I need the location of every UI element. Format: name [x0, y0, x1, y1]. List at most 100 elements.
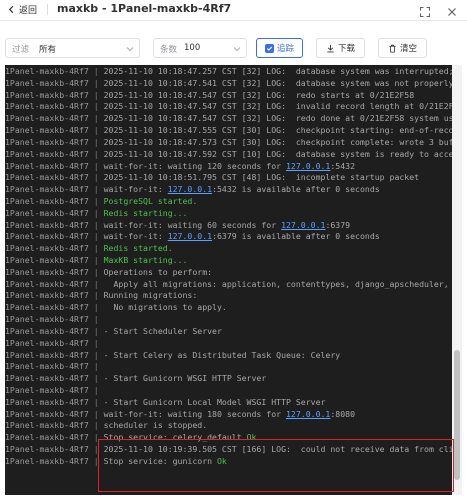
log-line-separator: |: [88, 361, 104, 372]
chevron-down-icon: [233, 47, 241, 52]
log-line-separator: |: [88, 373, 104, 384]
log-line-prefix: 1Panel-maxkb-4Rf7: [5, 373, 89, 384]
log-text: Apply all migrations: application, conte…: [103, 278, 452, 289]
log-link[interactable]: 127.0.0.1: [281, 220, 325, 230]
log-line-prefix: 1Panel-maxkb-4Rf7: [5, 361, 89, 372]
log-line-separator: |: [88, 172, 104, 183]
log-line-separator: |: [88, 444, 104, 454]
log-line-separator: |: [88, 384, 104, 395]
log-text: Redis started.: [103, 243, 173, 254]
log-line-separator: |: [88, 302, 104, 313]
log-line-prefix: 1Panel-maxkb-4Rf7: [5, 384, 89, 395]
log-line-separator: |: [88, 219, 104, 230]
log-line: 1Panel-maxkb-4Rf7 | 2025-11-10 10:18:47.…: [5, 113, 452, 125]
fullscreen-button[interactable]: [419, 3, 431, 18]
log-text: :5432: [330, 160, 356, 171]
log-line-prefix: 1Panel-maxkb-4Rf7: [5, 184, 89, 195]
log-text: wait-for-it:: [103, 231, 168, 242]
log-link[interactable]: 127.0.0.1: [168, 184, 212, 194]
log-link[interactable]: 127.0.0.1: [286, 161, 330, 171]
log-line-separator: |: [88, 396, 104, 407]
filter-select[interactable]: 过滤 所有: [5, 38, 140, 58]
log-line-separator: |: [88, 89, 104, 100]
download-button[interactable]: 下载: [316, 38, 365, 58]
log-line-prefix: 1Panel-maxkb-4Rf7: [5, 136, 89, 147]
log-line: 1Panel-maxkb-4Rf7 | 2025-11-10 10:18:47.…: [5, 101, 452, 113]
log-line-prefix: 1Panel-maxkb-4Rf7: [5, 420, 89, 431]
log-text: wait-for-it: waiting 120 seconds for: [103, 160, 286, 171]
log-line: 1Panel-maxkb-4Rf7 | 2025-11-10 10:18:51.…: [5, 172, 452, 184]
log-line: 1Panel-maxkb-4Rf7 | MaxKB starting...: [5, 255, 452, 267]
clear-button[interactable]: 清空: [378, 38, 427, 58]
log-line: 1Panel-maxkb-4Rf7 | 2025-11-10 10:18:47.…: [5, 125, 452, 137]
log-line: 1Panel-maxkb-4Rf7 | scheduler is stopped…: [5, 420, 452, 432]
log-text: 2025-11-10 10:18:47.547 CST [32] LOG: re…: [103, 89, 415, 100]
log-line: 1Panel-maxkb-4Rf7 | 2025-11-10 10:18:47.…: [5, 90, 452, 102]
log-line: 1Panel-maxkb-4Rf7 | 2025-11-10 10:19:39.…: [5, 444, 452, 456]
log-link[interactable]: 127.0.0.1: [286, 409, 330, 419]
log-line-prefix: 1Panel-maxkb-4Rf7: [5, 172, 89, 183]
log-text: Redis starting...: [103, 207, 188, 218]
filter-label: 过滤: [12, 45, 30, 55]
follow-toggle[interactable]: 追踪: [256, 38, 303, 58]
log-line-prefix: 1Panel-maxkb-4Rf7: [5, 195, 89, 206]
follow-checkbox[interactable]: [264, 43, 274, 53]
log-viewer[interactable]: 1Panel-maxkb-4Rf7 | 2025-11-10 10:18:47.…: [5, 65, 452, 495]
log-line-prefix: 1Panel-maxkb-4Rf7: [5, 302, 89, 313]
log-text: - Start Gunicorn WSGI HTTP Server: [103, 373, 267, 384]
close-icon: [448, 8, 456, 16]
log-line: 1Panel-maxkb-4Rf7 |: [5, 338, 452, 350]
log-line: 1Panel-maxkb-4Rf7 | Operations to perfor…: [5, 267, 452, 279]
log-text: 2025-11-10 10:18:47.257 CST [32] LOG: da…: [103, 66, 452, 76]
log-line: 1Panel-maxkb-4Rf7 |: [5, 361, 452, 373]
log-text: 2025-11-10 10:18:47.541 CST [32] LOG: da…: [103, 77, 452, 88]
log-line: 1Panel-maxkb-4Rf7 | - Start Gunicorn WSG…: [5, 373, 452, 385]
log-line-prefix: 1Panel-maxkb-4Rf7: [5, 113, 89, 124]
log-line-separator: |: [88, 325, 104, 336]
log-line-prefix: 1Panel-maxkb-4Rf7: [5, 408, 89, 419]
log-text: 2025-11-10 10:18:47.592 CST [10] LOG: da…: [103, 148, 452, 159]
log-toolbar: 过滤 所有 条数 100 追踪 下载 清空: [0, 36, 467, 60]
log-line-separator: |: [88, 290, 104, 301]
log-text: - Start Gunicorn Local Model WSGI HTTP S…: [103, 396, 326, 407]
log-line-prefix: 1Panel-maxkb-4Rf7: [5, 160, 89, 171]
log-line: 1Panel-maxkb-4Rf7 | - Start Scheduler Se…: [5, 326, 452, 338]
log-line-separator: |: [88, 195, 104, 206]
download-label: 下载: [337, 44, 355, 54]
log-text: 2025-11-10 10:18:47.547 CST [32] LOG: in…: [103, 101, 452, 112]
log-line: 1Panel-maxkb-4Rf7 | Stop service: gunico…: [5, 456, 452, 468]
log-line-prefix: 1Panel-maxkb-4Rf7: [5, 325, 89, 336]
log-text: scheduler is stopped.: [103, 420, 208, 431]
log-scrollbar-thumb[interactable]: [454, 350, 460, 480]
log-text: :5432 is available after 0 seconds: [212, 184, 380, 195]
log-text: wait-for-it:: [103, 184, 168, 195]
log-text: :6379: [325, 219, 351, 230]
log-line: 1Panel-maxkb-4Rf7 | Stop service: celery…: [5, 432, 452, 444]
log-line-separator: |: [88, 349, 104, 360]
log-text: PostgreSQL started.: [103, 195, 198, 206]
log-line: 1Panel-maxkb-4Rf7 | PostgreSQL started.: [5, 196, 452, 208]
fullscreen-icon: [419, 6, 431, 18]
log-line-prefix: 1Panel-maxkb-4Rf7: [5, 101, 89, 112]
log-line: 1Panel-maxkb-4Rf7 | wait-for-it: 127.0.0…: [5, 231, 452, 243]
log-line: 1Panel-maxkb-4Rf7 | - Start Gunicorn Loc…: [5, 397, 452, 409]
log-line-prefix: 1Panel-maxkb-4Rf7: [5, 219, 89, 230]
chevron-down-icon: [126, 47, 134, 52]
log-line-separator: |: [88, 160, 104, 171]
log-line-separator: |: [88, 408, 104, 419]
log-text: 2025-11-10 10:18:47.547 CST [32] LOG: re…: [103, 113, 452, 124]
log-link[interactable]: 127.0.0.1: [168, 231, 212, 241]
log-line-prefix: 1Panel-maxkb-4Rf7: [5, 243, 89, 254]
log-line-prefix: 1Panel-maxkb-4Rf7: [5, 89, 89, 100]
log-text: 2025-11-10 10:18:47.573 CST [30] LOG: ch…: [103, 136, 452, 147]
log-line-prefix: 1Panel-maxkb-4Rf7: [5, 290, 89, 301]
window-title: maxkb - 1Panel-maxkb-4Rf7: [57, 2, 232, 15]
log-line-separator: |: [88, 207, 104, 218]
window-header: 返回 maxkb - 1Panel-maxkb-4Rf7: [0, 0, 467, 21]
back-button[interactable]: 返回: [7, 3, 37, 16]
log-line-prefix: 1Panel-maxkb-4Rf7: [5, 266, 89, 277]
line-count-select[interactable]: 条数 100: [153, 38, 247, 58]
log-text: 2025-11-10 10:18:47.555 CST [30] LOG: ch…: [103, 125, 452, 136]
close-button[interactable]: [446, 3, 458, 16]
log-line-prefix: 1Panel-maxkb-4Rf7: [5, 255, 89, 265]
